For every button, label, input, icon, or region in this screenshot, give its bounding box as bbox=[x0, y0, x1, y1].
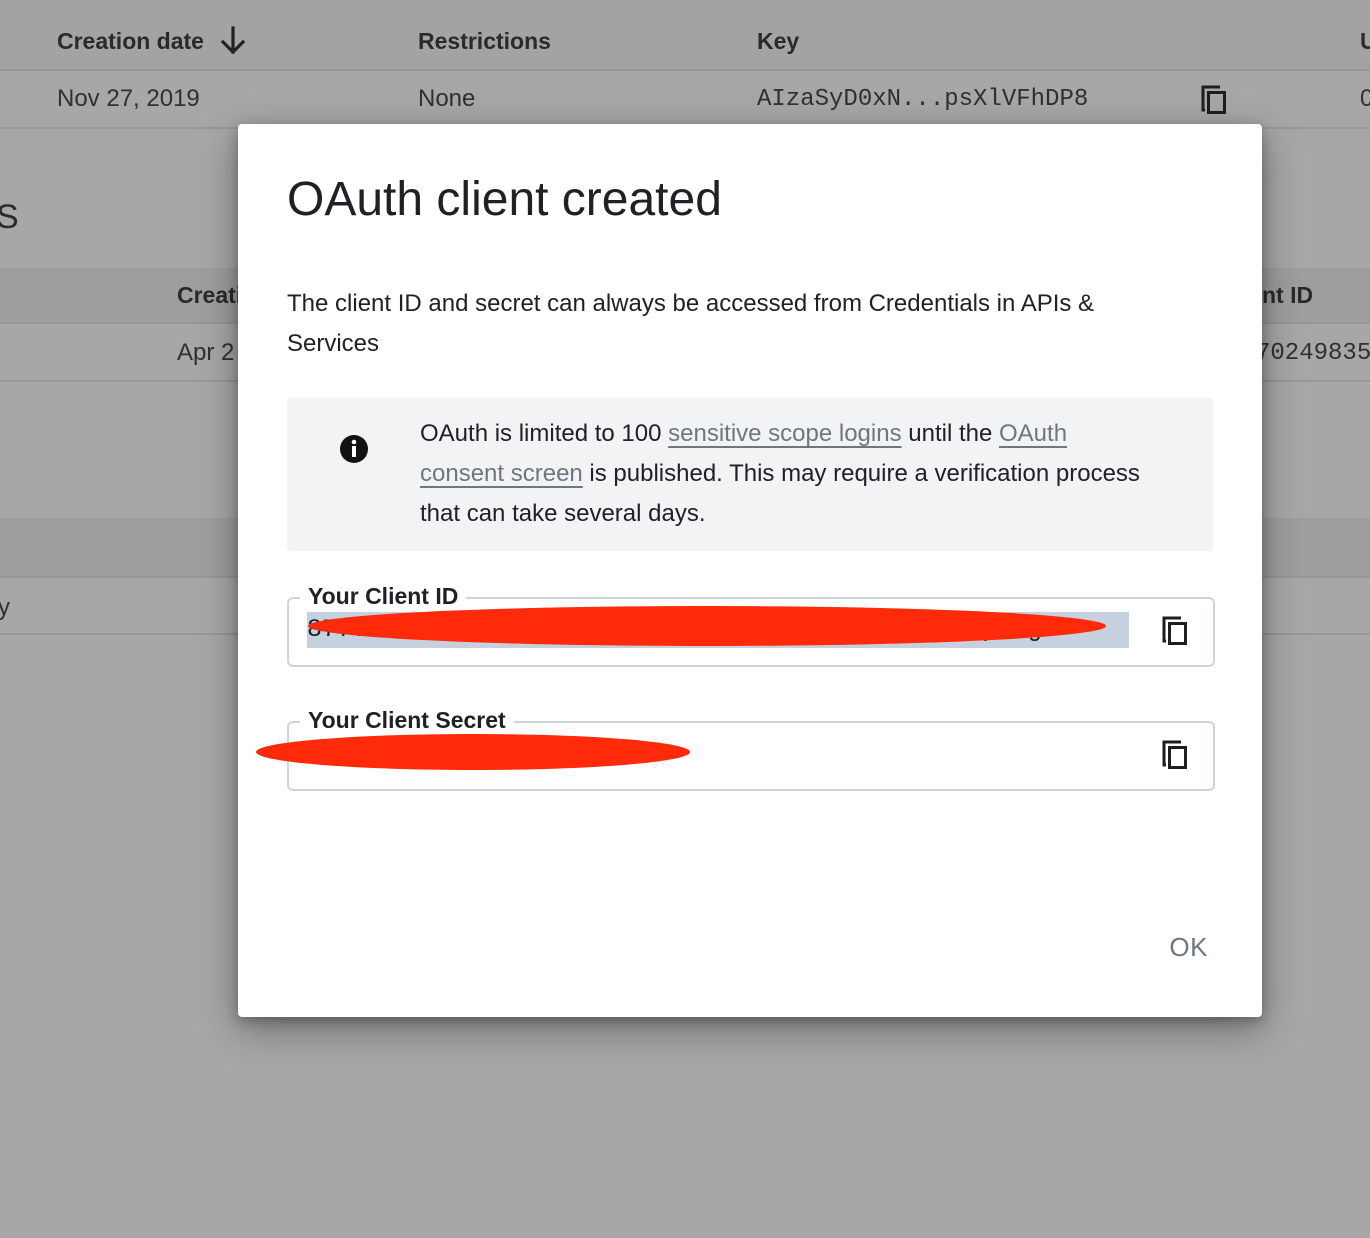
copy-key-icon[interactable] bbox=[1200, 84, 1228, 116]
sort-arrow-down-icon[interactable] bbox=[220, 26, 246, 56]
api-key-cut-off-cell: 0 bbox=[1360, 85, 1370, 112]
oauth-column-header-creation: Creati bbox=[177, 282, 243, 308]
client-id-label: Your Client ID bbox=[300, 580, 467, 612]
oauth-row-client-id: 70249835 bbox=[1256, 340, 1370, 367]
oauth-limit-notice: OAuth is limited to 100 sensitive scope … bbox=[287, 398, 1213, 551]
column-header-creation-date[interactable]: Creation date bbox=[57, 28, 204, 55]
api-key-value: AIzaSyD0xN...psXlVFhDP8 bbox=[757, 86, 1089, 113]
oauth-column-header-client-id: nt ID bbox=[1262, 282, 1314, 308]
info-icon bbox=[339, 434, 369, 469]
api-key-creation-date: Nov 27, 2019 bbox=[57, 85, 200, 112]
sensitive-scope-logins-link[interactable]: sensitive scope logins bbox=[668, 420, 901, 447]
client-secret-redaction bbox=[256, 734, 690, 770]
ok-button[interactable]: OK bbox=[1169, 932, 1208, 963]
copy-icon[interactable] bbox=[1161, 739, 1189, 771]
notice-text-part: until the bbox=[901, 420, 999, 447]
oauth-client-created-dialog: OAuth client created The client ID and s… bbox=[238, 124, 1262, 1017]
oauth-row-creation: Apr 2 bbox=[177, 339, 235, 366]
section-title-fragment: S bbox=[0, 198, 19, 236]
api-keys-header-row bbox=[0, 0, 1370, 70]
client-secret-label: Your Client Secret bbox=[300, 704, 514, 736]
table-divider bbox=[0, 69, 1370, 71]
column-header-cut-off: U bbox=[1360, 28, 1370, 54]
column-header-key: Key bbox=[757, 28, 800, 54]
service-row-fragment: y bbox=[0, 594, 10, 621]
notice-text-part: OAuth is limited to 100 bbox=[420, 420, 669, 447]
dialog-description: The client ID and secret can always be a… bbox=[287, 290, 1095, 357]
dialog-title: OAuth client created bbox=[287, 173, 722, 226]
client-id-redaction bbox=[308, 606, 1106, 646]
notice-text: OAuth is limited to 100 sensitive scope … bbox=[420, 414, 1140, 534]
api-key-restrictions: None bbox=[418, 85, 476, 112]
column-header-restrictions: Restrictions bbox=[418, 28, 551, 54]
copy-icon[interactable] bbox=[1161, 615, 1189, 647]
